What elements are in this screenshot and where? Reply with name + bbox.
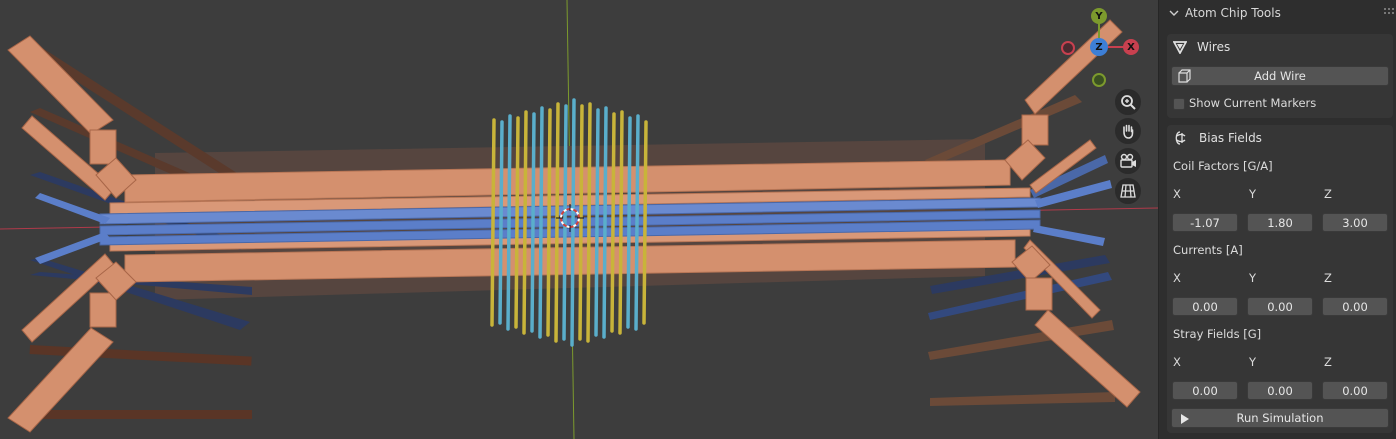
stray-fields-z-label: Z xyxy=(1324,355,1332,369)
camera-icon[interactable] xyxy=(1115,148,1141,174)
coil-factors-y-label: Y xyxy=(1249,187,1257,201)
bias-fields-header-label: Bias Fields xyxy=(1199,131,1262,145)
coil-bar xyxy=(554,102,560,343)
3d-viewport[interactable]: Y X Z xyxy=(0,0,1158,439)
drag-handle-icon[interactable] xyxy=(1384,8,1394,18)
pan-hand-icon[interactable] xyxy=(1115,118,1141,144)
bias-fields-header: Bias Fields xyxy=(1167,125,1393,151)
coil-bar xyxy=(514,116,520,329)
y-axis-icon[interactable]: Y xyxy=(1091,8,1107,24)
coil-bar xyxy=(538,106,544,339)
coil-factors-label: Coil Factors [G/A] xyxy=(1173,159,1273,173)
coil-bar xyxy=(522,110,528,335)
currents-x-label: X xyxy=(1173,271,1181,285)
coil-bar xyxy=(506,114,512,331)
currents-label: Currents [A] xyxy=(1173,243,1243,257)
run-simulation-label: Run Simulation xyxy=(1236,411,1324,425)
coil-bar xyxy=(610,112,616,333)
stray-fields-label: Stray Fields [G] xyxy=(1173,327,1262,341)
play-icon xyxy=(1181,414,1189,424)
chevron-down-icon[interactable] xyxy=(1169,8,1179,18)
stray-field-y-field[interactable]: 0.00 xyxy=(1247,381,1313,400)
coil-bar xyxy=(562,104,568,341)
coil-factors-z-label: Z xyxy=(1324,187,1332,201)
stray-field-x-field[interactable]: 0.00 xyxy=(1172,381,1238,400)
show-current-markers-checkbox[interactable] xyxy=(1173,98,1185,110)
neg-x-axis-icon[interactable] xyxy=(1061,41,1075,55)
coil-factors-x-label: X xyxy=(1173,187,1181,201)
coil-bar xyxy=(530,112,536,333)
coil-bar xyxy=(578,104,584,341)
currents-y-label: Y xyxy=(1249,271,1257,285)
currents-z-label: Z xyxy=(1324,271,1332,285)
coil-bar xyxy=(498,120,504,325)
grid-ortho-icon[interactable] xyxy=(1115,178,1141,204)
coil-bar xyxy=(602,106,608,339)
wire-mesh-icon xyxy=(1173,40,1187,54)
coil-bar xyxy=(570,98,576,347)
coil-factor-z-field[interactable]: 3.00 xyxy=(1322,213,1388,232)
sidebar-panel: Atom Chip Tools Wires Add Wire Show Curr… xyxy=(1158,0,1396,439)
coil-bar xyxy=(626,116,632,329)
coil-factor-x-field[interactable]: -1.07 xyxy=(1172,213,1238,232)
coil-bar xyxy=(546,108,552,337)
stray-fields-x-label: X xyxy=(1173,355,1181,369)
coil-bar xyxy=(634,114,640,331)
coil-bar xyxy=(490,118,496,327)
z-axis-icon[interactable]: Z xyxy=(1090,38,1108,56)
wires-header: Wires xyxy=(1167,34,1393,60)
scene-render[interactable] xyxy=(0,0,1158,439)
coil-bar xyxy=(618,110,624,335)
x-axis-icon[interactable]: X xyxy=(1123,39,1139,55)
coil-bar xyxy=(642,120,648,325)
add-wire-label: Add Wire xyxy=(1254,69,1306,83)
wires-section: Wires Add Wire Show Current Markers xyxy=(1167,34,1393,118)
zoom-icon[interactable] xyxy=(1115,89,1141,115)
current-z-field[interactable]: 0.00 xyxy=(1322,297,1388,316)
neg-y-axis-icon[interactable] xyxy=(1092,73,1106,87)
show-current-markers-label[interactable]: Show Current Markers xyxy=(1189,96,1316,110)
wires-header-label: Wires xyxy=(1197,40,1231,54)
panel-title: Atom Chip Tools xyxy=(1185,6,1281,20)
current-x-field[interactable]: 0.00 xyxy=(1172,297,1238,316)
stray-field-z-field[interactable]: 0.00 xyxy=(1322,381,1388,400)
panel-header[interactable]: Atom Chip Tools xyxy=(1169,6,1281,20)
add-wire-button[interactable]: Add Wire xyxy=(1171,66,1389,86)
bias-fields-section: Bias Fields Coil Factors [G/A] X Y Z -1.… xyxy=(1167,125,1393,433)
run-simulation-button[interactable]: Run Simulation xyxy=(1171,408,1389,428)
stray-fields-y-label: Y xyxy=(1249,355,1257,369)
current-y-field[interactable]: 0.00 xyxy=(1247,297,1313,316)
cube-icon xyxy=(1178,69,1191,83)
coil-factor-y-field[interactable]: 1.80 xyxy=(1247,213,1313,232)
force-field-icon xyxy=(1175,131,1186,145)
coil-bar xyxy=(586,102,592,343)
coil-bar xyxy=(594,108,600,337)
